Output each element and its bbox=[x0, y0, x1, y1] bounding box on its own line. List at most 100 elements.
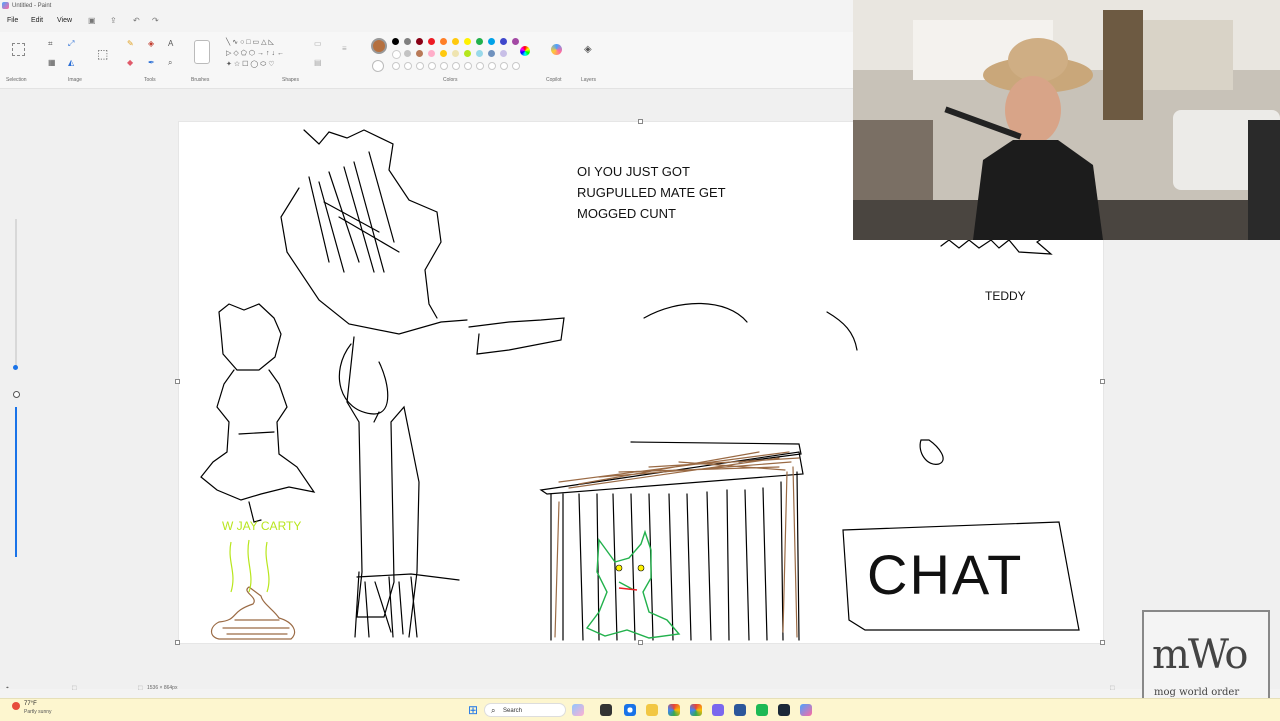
custom-color-slot[interactable] bbox=[392, 62, 400, 70]
color-picker-icon[interactable]: ✒ bbox=[148, 58, 155, 67]
custom-color-slot[interactable] bbox=[488, 62, 496, 70]
edge-icon[interactable] bbox=[624, 704, 636, 716]
palette-swatch[interactable] bbox=[476, 50, 483, 57]
custom-color-slot[interactable] bbox=[464, 62, 472, 70]
selection-tool-icon[interactable] bbox=[12, 43, 25, 56]
status-bar: ⌖ ⬚ ⬚ 1536 × 864px ⬚ bbox=[0, 680, 1280, 696]
window-title: Untitled - Paint bbox=[12, 3, 52, 9]
fit-to-window-icon[interactable]: ⬚ bbox=[1110, 685, 1115, 691]
menu-file[interactable]: File bbox=[7, 17, 18, 24]
palette-swatch[interactable] bbox=[488, 38, 495, 45]
custom-color-slot[interactable] bbox=[440, 62, 448, 70]
custom-color-slot[interactable] bbox=[512, 62, 520, 70]
fill-icon[interactable]: ◈ bbox=[148, 39, 154, 48]
menu-edit[interactable]: Edit bbox=[31, 17, 43, 24]
size-icon[interactable]: ≡ bbox=[342, 44, 347, 53]
canvas-handle-right[interactable] bbox=[1100, 379, 1105, 384]
spotify-icon[interactable] bbox=[756, 704, 768, 716]
crop-icon[interactable]: ⌗ bbox=[48, 39, 53, 49]
custom-color-slot[interactable] bbox=[428, 62, 436, 70]
layers-icon[interactable]: ◈ bbox=[584, 44, 592, 55]
opacity-thumb[interactable] bbox=[13, 391, 20, 398]
palette-swatch[interactable] bbox=[488, 50, 495, 57]
teddy-label: TEDDY bbox=[985, 289, 1026, 303]
palette-swatch[interactable] bbox=[416, 50, 423, 57]
arc-right bbox=[826, 311, 858, 351]
outline-icon[interactable]: ▭ bbox=[314, 39, 322, 48]
shape-fill-icon[interactable]: ▤ bbox=[314, 58, 322, 67]
weather-icon[interactable] bbox=[12, 702, 20, 710]
chrome-profile-icon[interactable] bbox=[690, 704, 702, 716]
paint-taskbar-icon[interactable] bbox=[800, 704, 812, 716]
eraser-icon[interactable]: ◆ bbox=[127, 58, 133, 67]
palette-swatch[interactable] bbox=[404, 38, 411, 45]
steam-icon[interactable] bbox=[778, 704, 790, 716]
text-icon[interactable]: A bbox=[168, 39, 173, 48]
custom-color-slot[interactable] bbox=[404, 62, 412, 70]
tall-figure-rear bbox=[338, 343, 389, 415]
calculator-icon[interactable] bbox=[734, 704, 746, 716]
rotate-icon[interactable]: ◭ bbox=[68, 58, 74, 67]
redo-icon[interactable]: ↷ bbox=[152, 16, 159, 25]
canvas-handle-bottom-left[interactable] bbox=[175, 640, 180, 645]
custom-color-slot[interactable] bbox=[476, 62, 484, 70]
secondary-color-swatch[interactable] bbox=[372, 60, 384, 72]
edit-colors-icon[interactable] bbox=[520, 46, 530, 56]
copilot-taskbar-icon[interactable] bbox=[572, 704, 584, 716]
small-shape bbox=[919, 439, 944, 465]
tall-figure-body bbox=[280, 187, 468, 335]
opacity-slider[interactable] bbox=[15, 407, 17, 557]
palette-swatch[interactable] bbox=[452, 38, 459, 45]
canvas-handle-bottom[interactable] bbox=[638, 640, 643, 645]
palette-swatch[interactable] bbox=[464, 38, 471, 45]
palette-swatch[interactable] bbox=[440, 38, 447, 45]
pencil-icon[interactable]: ✎ bbox=[127, 39, 134, 48]
palette-swatch[interactable] bbox=[500, 50, 507, 57]
headline-line-3: MOGGED CUNT bbox=[577, 206, 676, 221]
background-removal-icon[interactable]: ▦ bbox=[48, 58, 56, 67]
copilot-icon[interactable] bbox=[551, 44, 562, 55]
brush-size-thumb[interactable] bbox=[13, 365, 18, 370]
file-explorer-icon[interactable] bbox=[646, 704, 658, 716]
palette-swatch[interactable] bbox=[392, 38, 399, 45]
canvas-handle-left[interactable] bbox=[175, 379, 180, 384]
palette-swatch[interactable] bbox=[452, 50, 459, 57]
palette-swatch[interactable] bbox=[512, 38, 519, 45]
resize-icon[interactable]: ⤢ bbox=[68, 39, 74, 49]
palette-swatch[interactable] bbox=[440, 50, 447, 57]
magnifier-icon[interactable]: ⌕ bbox=[168, 58, 172, 68]
custom-color-slot[interactable] bbox=[452, 62, 460, 70]
search-placeholder: Search bbox=[503, 708, 523, 714]
palette-swatch[interactable] bbox=[476, 38, 483, 45]
brush-size-slider[interactable] bbox=[15, 219, 17, 369]
headline-line-2: RUGPULLED MATE GET bbox=[577, 185, 726, 200]
brush-icon[interactable] bbox=[194, 40, 210, 64]
palette-swatch[interactable] bbox=[500, 38, 507, 45]
palette-swatch[interactable] bbox=[464, 50, 471, 57]
discord-icon[interactable] bbox=[712, 704, 724, 716]
active-color-swatch[interactable] bbox=[371, 38, 387, 54]
custom-color-slot[interactable] bbox=[416, 62, 424, 70]
menu-view[interactable]: View bbox=[57, 17, 72, 24]
palette-swatch[interactable] bbox=[428, 50, 435, 57]
chrome-icon[interactable] bbox=[668, 704, 680, 716]
task-view-icon[interactable] bbox=[600, 704, 612, 716]
palette-swatch[interactable] bbox=[428, 38, 435, 45]
taskbar-search[interactable]: ⌕ Search bbox=[484, 703, 566, 717]
group-label-shapes: Shapes bbox=[282, 77, 299, 83]
shapes-gallery-icon[interactable]: ╲∿○□▭△◺ ▷◇⬠⬡→↑↓← ✦☆☐◯⬭♡ bbox=[226, 37, 306, 73]
undo-icon[interactable]: ↶ bbox=[133, 16, 140, 25]
palette-swatch[interactable] bbox=[404, 50, 411, 57]
canvas-handle-top[interactable] bbox=[638, 119, 643, 124]
canvas-handle-bottom-right[interactable] bbox=[1100, 640, 1105, 645]
start-icon[interactable]: ⊞ bbox=[468, 704, 480, 716]
cage-bars bbox=[550, 471, 800, 641]
palette-swatch[interactable] bbox=[416, 38, 423, 45]
save-icon[interactable]: ▣ bbox=[88, 16, 96, 25]
share-icon[interactable]: ⇪ bbox=[110, 16, 117, 25]
palette-swatch[interactable] bbox=[392, 50, 401, 59]
group-label-tools: Tools bbox=[144, 77, 156, 83]
image-select-icon[interactable]: ⬚ bbox=[97, 47, 108, 61]
creature-mouth bbox=[618, 587, 638, 591]
custom-color-slot[interactable] bbox=[500, 62, 508, 70]
